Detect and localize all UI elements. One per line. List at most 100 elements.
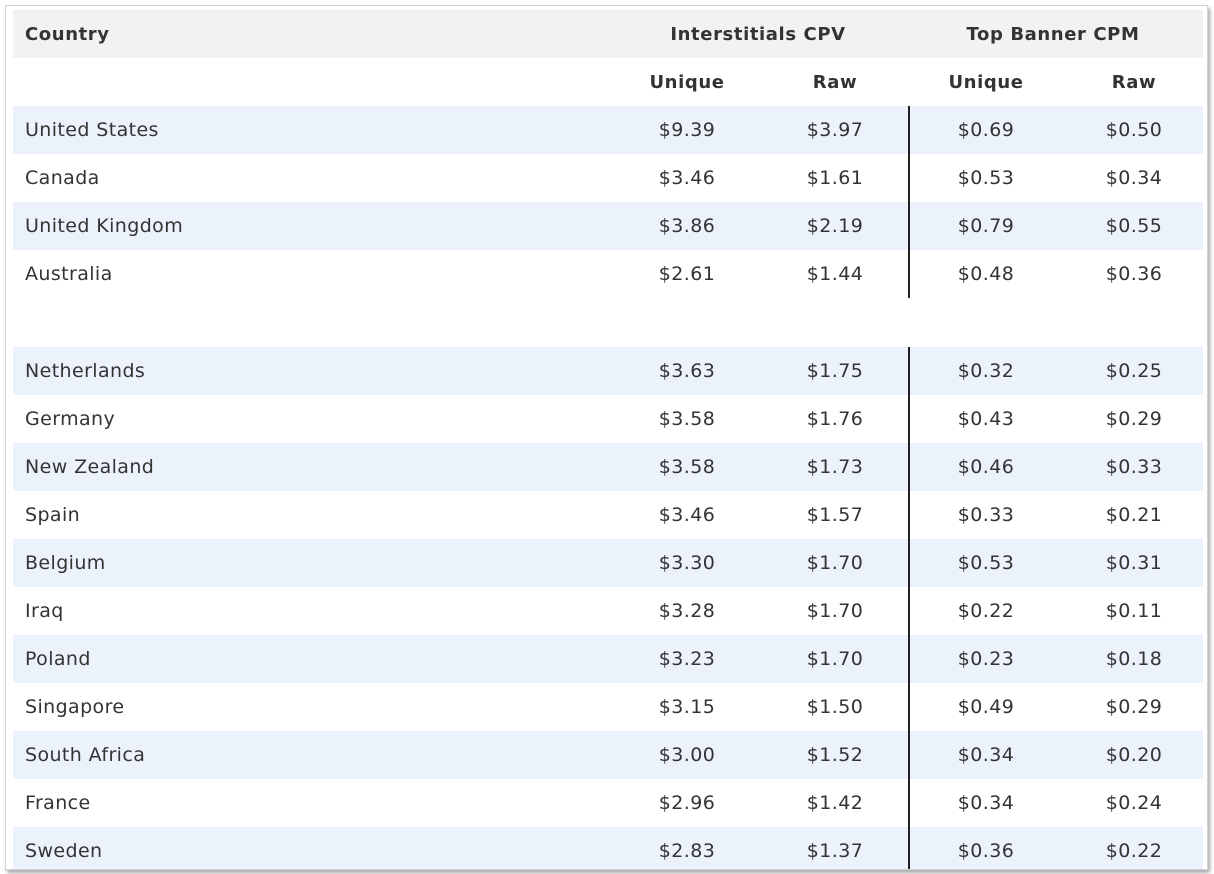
top-banner-raw-cell: $0.25 <box>1105 360 1163 382</box>
interstitials-raw-cell: $1.70 <box>806 552 864 574</box>
country-cell: South Africa <box>25 744 146 766</box>
interstitials-raw-cell: $1.50 <box>806 696 864 718</box>
top-banner-unique-cell: $0.46 <box>957 456 1015 478</box>
top-banner-raw-cell: $0.11 <box>1105 600 1163 622</box>
top-banner-raw-cell: $0.24 <box>1105 792 1163 814</box>
country-cell: Singapore <box>25 696 125 718</box>
interstitials-unique-cell: $3.63 <box>658 360 716 382</box>
interstitials-unique-header: Unique <box>649 71 725 93</box>
country-cell: Australia <box>25 263 113 285</box>
top-banner-unique-cell: $0.34 <box>957 792 1015 814</box>
table-row: United States $9.39 $3.97 $0.69 $0.50 <box>13 106 1203 154</box>
country-cell: France <box>25 792 91 814</box>
interstitials-unique-cell: $3.58 <box>658 456 716 478</box>
top-banner-raw-cell: $0.18 <box>1105 648 1163 670</box>
interstitials-unique-cell: $2.96 <box>658 792 716 814</box>
table-row: Singapore $3.15 $1.50 $0.49 $0.29 <box>13 683 1203 731</box>
interstitials-unique-cell: $2.83 <box>658 840 716 862</box>
interstitials-raw-cell: $1.44 <box>806 263 864 285</box>
country-cell: Belgium <box>25 552 106 574</box>
top-banner-raw-cell: $0.36 <box>1105 263 1163 285</box>
pricing-table-frame: Country Interstitials CPV Top Banner CPM… <box>5 5 1208 870</box>
top-banner-cpm-header: Top Banner CPM <box>966 23 1140 45</box>
interstitials-raw-cell: $1.73 <box>806 456 864 478</box>
table-body-group-a: United States $9.39 $3.97 $0.69 $0.50 Canada $… <box>13 106 1203 298</box>
interstitials-raw-cell: $1.76 <box>806 408 864 430</box>
table-row: France $2.96 $1.42 $0.34 $0.24 <box>13 779 1203 827</box>
top-banner-raw-cell: $0.29 <box>1105 696 1163 718</box>
interstitials-unique-cell: $3.86 <box>658 215 716 237</box>
top-banner-unique-cell: $0.34 <box>957 744 1015 766</box>
top-banner-unique-cell: $0.53 <box>957 167 1015 189</box>
interstitials-unique-cell: $3.46 <box>658 167 716 189</box>
country-cell: United Kingdom <box>25 215 184 237</box>
top-banner-raw-cell: $0.20 <box>1105 744 1163 766</box>
top-banner-raw-cell: $0.31 <box>1105 552 1163 574</box>
top-banner-raw-cell: $0.22 <box>1105 840 1163 862</box>
table-row: Germany $3.58 $1.76 $0.43 $0.29 <box>13 395 1203 443</box>
table-body-group-b: Netherlands $3.63 $1.75 $0.32 $0.25 Germany $3… <box>13 347 1203 869</box>
top-banner-raw-cell: $0.50 <box>1105 119 1163 141</box>
country-cell: United States <box>25 119 159 141</box>
interstitials-raw-cell: $1.57 <box>806 504 864 526</box>
interstitials-raw-cell: $1.37 <box>806 840 864 862</box>
column-divider-group-a <box>908 106 910 298</box>
table-row: Spain $3.46 $1.57 $0.33 $0.21 <box>13 491 1203 539</box>
country-cell: Sweden <box>25 840 103 862</box>
top-banner-unique-cell: $0.32 <box>957 360 1015 382</box>
top-banner-unique-cell: $0.43 <box>957 408 1015 430</box>
table-row: Poland $3.23 $1.70 $0.23 $0.18 <box>13 635 1203 683</box>
pricing-table: Country Interstitials CPV Top Banner CPM… <box>13 10 1203 869</box>
country-cell: Poland <box>25 648 91 670</box>
interstitials-raw-cell: $2.19 <box>806 215 864 237</box>
country-cell: Iraq <box>25 600 64 622</box>
interstitials-raw-header: Raw <box>812 71 858 93</box>
interstitials-unique-cell: $3.23 <box>658 648 716 670</box>
table-row: New Zealand $3.58 $1.73 $0.46 $0.33 <box>13 443 1203 491</box>
interstitials-raw-cell: $1.75 <box>806 360 864 382</box>
interstitials-raw-cell: $1.61 <box>806 167 864 189</box>
top-banner-unique-cell: $0.23 <box>957 648 1015 670</box>
country-cell: Germany <box>25 408 116 430</box>
top-banner-raw-cell: $0.34 <box>1105 167 1163 189</box>
top-banner-unique-cell: $0.53 <box>957 552 1015 574</box>
country-cell: Netherlands <box>25 360 146 382</box>
interstitials-unique-cell: $3.28 <box>658 600 716 622</box>
top-banner-raw-header: Raw <box>1111 71 1157 93</box>
top-banner-raw-cell: $0.21 <box>1105 504 1163 526</box>
top-banner-unique-cell: $0.33 <box>957 504 1015 526</box>
top-banner-unique-cell: $0.22 <box>957 600 1015 622</box>
interstitials-unique-cell: $3.15 <box>658 696 716 718</box>
interstitials-raw-cell: $1.70 <box>806 648 864 670</box>
table-row: Australia $2.61 $1.44 $0.48 $0.36 <box>13 250 1203 298</box>
country-cell: New Zealand <box>25 456 155 478</box>
interstitials-unique-cell: $3.46 <box>658 504 716 526</box>
table-row: South Africa $3.00 $1.52 $0.34 $0.20 <box>13 731 1203 779</box>
top-banner-unique-cell: $0.69 <box>957 119 1015 141</box>
country-cell: Canada <box>25 167 100 189</box>
top-banner-unique-cell: $0.79 <box>957 215 1015 237</box>
interstitials-unique-cell: $3.58 <box>658 408 716 430</box>
interstitials-unique-cell: $2.61 <box>658 263 716 285</box>
top-banner-unique-cell: $0.36 <box>957 840 1015 862</box>
table-row: Netherlands $3.63 $1.75 $0.32 $0.25 <box>13 347 1203 395</box>
top-banner-unique-cell: $0.49 <box>957 696 1015 718</box>
interstitials-unique-cell: $9.39 <box>658 119 716 141</box>
country-column-header: Country <box>25 23 110 45</box>
table-row: Canada $3.46 $1.61 $0.53 $0.34 <box>13 154 1203 202</box>
top-banner-raw-cell: $0.55 <box>1105 215 1163 237</box>
top-banner-unique-cell: $0.48 <box>957 263 1015 285</box>
interstitials-unique-cell: $3.30 <box>658 552 716 574</box>
table-group-header-row: Country Interstitials CPV Top Banner CPM <box>13 10 1203 58</box>
table-row: Belgium $3.30 $1.70 $0.53 $0.31 <box>13 539 1203 587</box>
top-banner-unique-header: Unique <box>948 71 1024 93</box>
table-row: United Kingdom $3.86 $2.19 $0.79 $0.55 <box>13 202 1203 250</box>
table-subheader-row: Unique Raw Unique Raw <box>13 58 1203 106</box>
interstitials-raw-cell: $1.42 <box>806 792 864 814</box>
top-banner-raw-cell: $0.29 <box>1105 408 1163 430</box>
table-row: Iraq $3.28 $1.70 $0.22 $0.11 <box>13 587 1203 635</box>
top-banner-raw-cell: $0.33 <box>1105 456 1163 478</box>
table-row: Sweden $2.83 $1.37 $0.36 $0.22 <box>13 827 1203 869</box>
interstitials-raw-cell: $1.52 <box>806 744 864 766</box>
interstitials-raw-cell: $1.70 <box>806 600 864 622</box>
